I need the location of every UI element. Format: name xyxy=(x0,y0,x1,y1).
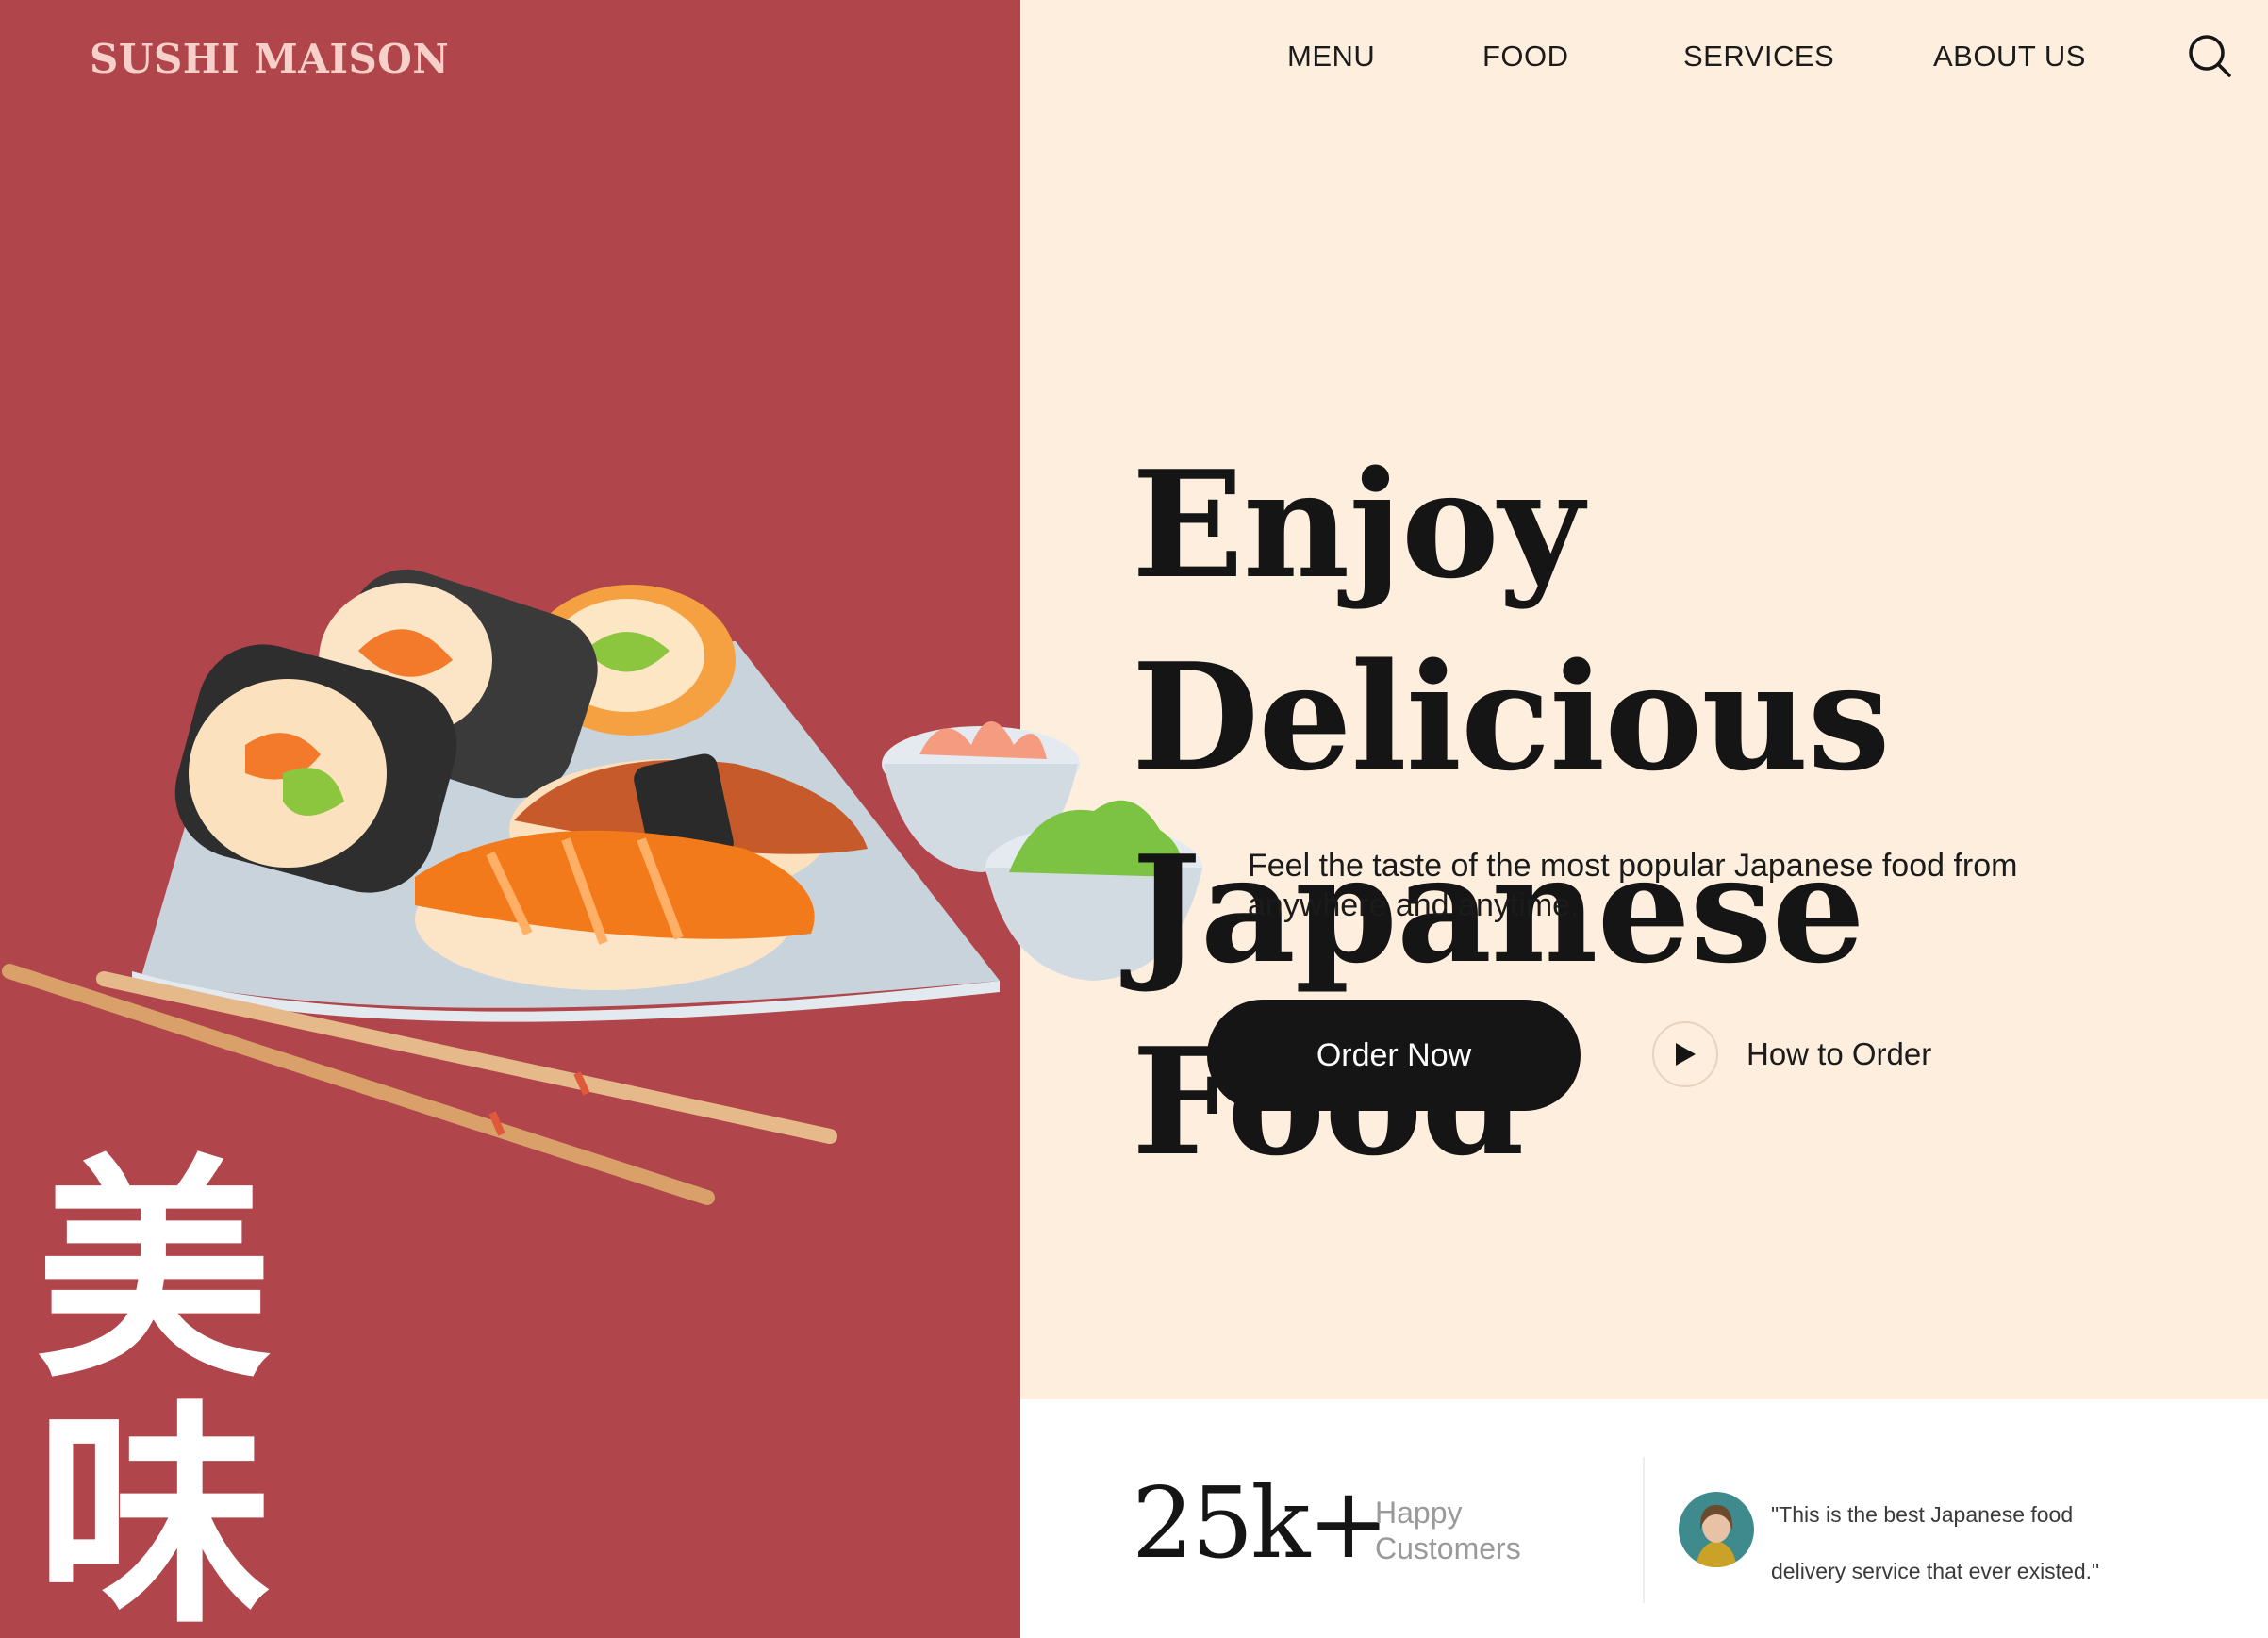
avatar xyxy=(1679,1492,1754,1567)
testimonial-quote-line-2: delivery service that ever existed." xyxy=(1771,1559,2100,1583)
kanji-taste: 味 xyxy=(36,1381,272,1638)
testimonial-quote: "This is the best Japanese food delivery… xyxy=(1771,1486,2148,1599)
how-to-order-label: How to Order xyxy=(1747,1036,1932,1071)
hero-title-line-1: Enjoy Delicious xyxy=(1132,438,1891,803)
hero-left-panel: 美 味 xyxy=(0,0,1020,1638)
nav-food[interactable]: FOOD xyxy=(1482,40,1569,74)
search-icon[interactable] xyxy=(2186,32,2233,79)
nav-services[interactable]: SERVICES xyxy=(1683,40,1834,74)
hero-subtitle: Feel the taste of the most popular Japan… xyxy=(1248,848,2018,923)
order-now-button[interactable]: Order Now xyxy=(1207,1000,1581,1111)
play-icon[interactable] xyxy=(1652,1021,1718,1087)
nav-menu[interactable]: MENU xyxy=(1287,40,1375,74)
customers-label-line-1: Happy xyxy=(1375,1496,1463,1530)
nav-about-us[interactable]: ABOUT US xyxy=(1933,40,2086,74)
kanji-beauty: 美 xyxy=(36,1135,272,1410)
brand-logo[interactable]: SUSHI MAISON xyxy=(90,36,449,82)
stats-divider xyxy=(1643,1457,1645,1603)
testimonial-quote-line-1: "This is the best Japanese food xyxy=(1771,1502,2074,1527)
customers-label: Happy Customers xyxy=(1375,1495,1521,1566)
customers-label-line-2: Customers xyxy=(1375,1531,1521,1565)
customers-count: 25k+ xyxy=(1132,1465,1389,1580)
how-to-order-link[interactable]: How to Order xyxy=(1652,1020,1931,1088)
